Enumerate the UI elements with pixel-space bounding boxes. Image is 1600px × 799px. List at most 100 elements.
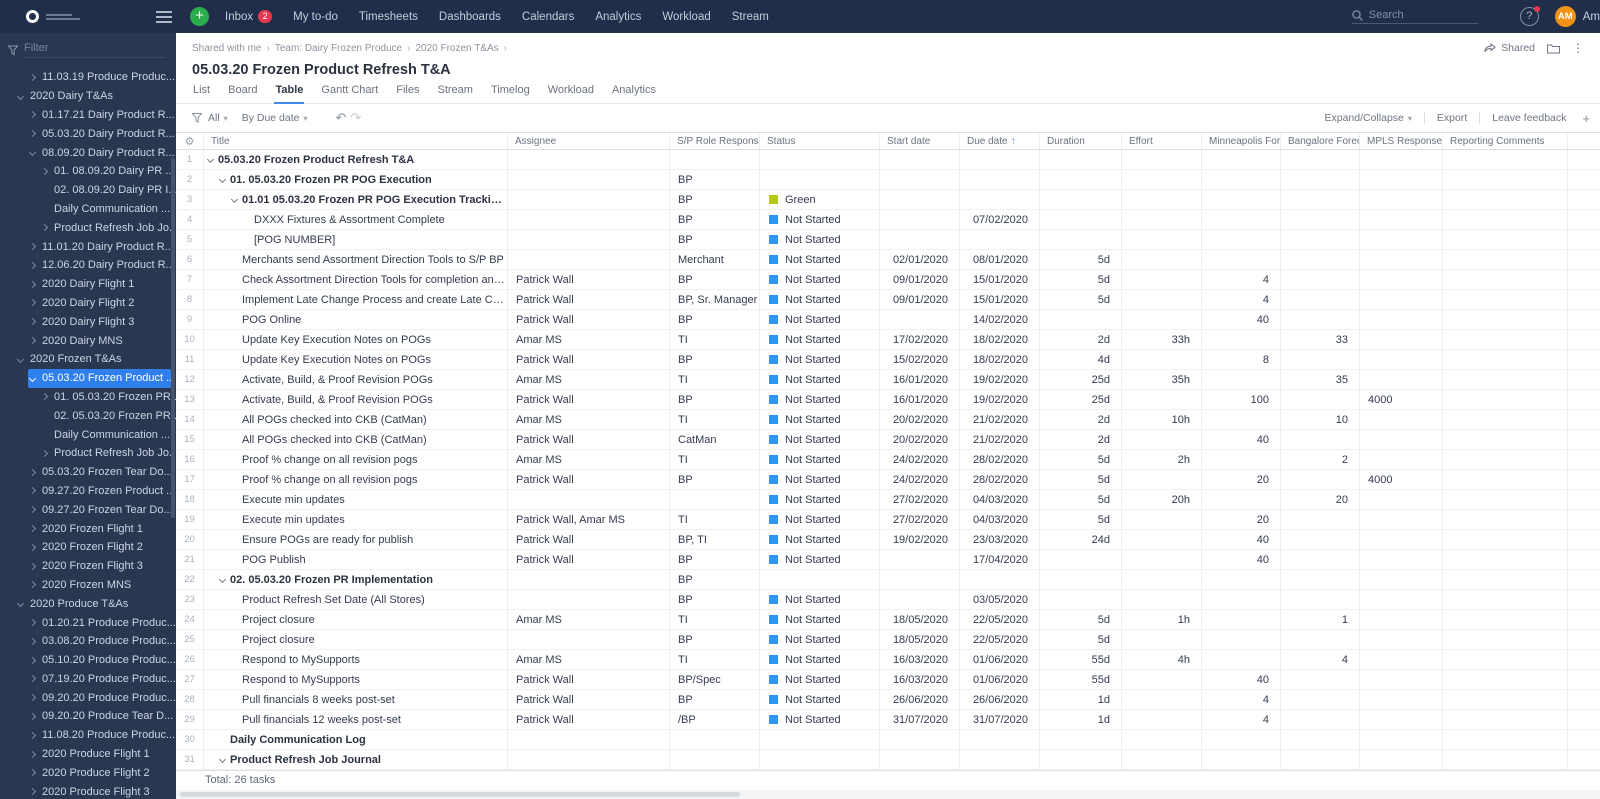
sidebar-item-2020-produce-t-as[interactable]: 2020 Produce T&As [0, 594, 176, 613]
sidebar-item-2020-frozen-t-as[interactable]: 2020 Frozen T&As [0, 350, 176, 369]
minneapolis-forecast-cell[interactable]: 4 [1202, 270, 1281, 289]
mpls-response-cell[interactable] [1360, 650, 1443, 669]
sidebar-item-2020-frozen-flight-3[interactable]: 2020 Frozen Flight 3 [0, 557, 176, 576]
duration-cell[interactable] [1040, 190, 1122, 209]
duration-cell[interactable]: 5d [1040, 290, 1122, 309]
start-date-cell[interactable]: 16/01/2020 [880, 370, 960, 389]
role-cell[interactable]: BP, Sr. Manager [670, 290, 760, 309]
expand-collapse-dropdown[interactable]: Expand/Collapse ▾ [1324, 112, 1411, 124]
effort-cell[interactable] [1122, 470, 1202, 489]
table-row[interactable]: 16 Proof % change on all revision pogs Ama… [176, 450, 1600, 470]
add-column-button[interactable]: + [1582, 111, 1590, 126]
start-date-cell[interactable]: 16/03/2020 [880, 670, 960, 689]
due-date-cell[interactable] [960, 150, 1040, 169]
chevron-right-icon[interactable] [28, 637, 37, 645]
duration-cell[interactable]: 5d [1040, 250, 1122, 269]
due-date-cell[interactable] [960, 730, 1040, 749]
sidebar-scrollbar[interactable] [171, 158, 175, 518]
effort-cell[interactable] [1122, 230, 1202, 249]
start-date-cell[interactable]: 18/05/2020 [880, 610, 960, 629]
mpls-response-cell[interactable] [1360, 730, 1443, 749]
task-title-cell[interactable]: POG Publish [204, 550, 508, 569]
chevron-right-icon[interactable] [40, 224, 49, 232]
reporting-comments-cell[interactable] [1443, 410, 1568, 429]
duration-cell[interactable] [1040, 310, 1122, 329]
chevron-down-icon[interactable] [16, 600, 25, 608]
due-date-cell[interactable]: 04/03/2020 [960, 510, 1040, 529]
minneapolis-forecast-cell[interactable] [1202, 190, 1281, 209]
table-row[interactable]: 19 Execute min updates Patrick Wall, Amar … [176, 510, 1600, 530]
minneapolis-forecast-cell[interactable]: 4 [1202, 290, 1281, 309]
assignee-cell[interactable] [508, 230, 670, 249]
chevron-right-icon[interactable] [28, 299, 37, 307]
assignee-cell[interactable]: Patrick Wall [508, 550, 670, 569]
role-cell[interactable]: BP [670, 230, 760, 249]
minneapolis-forecast-cell[interactable] [1202, 250, 1281, 269]
status-cell[interactable]: Not Started [760, 450, 880, 469]
role-cell[interactable]: TI [670, 510, 760, 529]
assignee-cell[interactable] [508, 570, 670, 589]
due-date-cell[interactable]: 28/02/2020 [960, 470, 1040, 489]
chevron-down-icon[interactable] [230, 195, 239, 204]
sidebar-item-09-27-20-frozen-product[interactable]: 09.27.20 Frozen Product ... [0, 482, 176, 501]
sidebar-item-product-refresh-job-jo[interactable]: Product Refresh Job Jo... [0, 218, 176, 237]
due-date-cell[interactable]: 28/02/2020 [960, 450, 1040, 469]
status-cell[interactable] [760, 170, 880, 189]
duration-cell[interactable] [1040, 170, 1122, 189]
effort-cell[interactable]: 2h [1122, 450, 1202, 469]
start-date-cell[interactable] [880, 150, 960, 169]
effort-cell[interactable] [1122, 350, 1202, 369]
tab-files[interactable]: Files [387, 84, 428, 103]
task-title-cell[interactable]: Activate, Build, & Proof Revision POGs [204, 390, 508, 409]
due-date-cell[interactable]: 19/02/2020 [960, 370, 1040, 389]
create-new-button[interactable]: + [190, 7, 209, 26]
assignee-cell[interactable]: Patrick Wall [508, 670, 670, 689]
duration-cell[interactable] [1040, 550, 1122, 569]
assignee-cell[interactable]: Patrick Wall [508, 270, 670, 289]
minneapolis-forecast-cell[interactable]: 40 [1202, 550, 1281, 569]
minneapolis-forecast-cell[interactable]: 40 [1202, 430, 1281, 449]
status-cell[interactable]: Not Started [760, 630, 880, 649]
assignee-cell[interactable] [508, 250, 670, 269]
due-date-cell[interactable] [960, 570, 1040, 589]
assignee-cell[interactable]: Amar MS [508, 330, 670, 349]
bangalore-forecast-cell[interactable]: 35 [1281, 370, 1360, 389]
task-title-cell[interactable]: All POGs checked into CKB (CatMan) [204, 410, 508, 429]
table-row[interactable]: 28 Pull financials 8 weeks post-set Patric… [176, 690, 1600, 710]
assignee-cell[interactable] [508, 170, 670, 189]
bangalore-forecast-cell[interactable] [1281, 390, 1360, 409]
chevron-right-icon[interactable] [40, 393, 49, 401]
redo-icon[interactable]: ↷ [350, 110, 361, 126]
duration-cell[interactable]: 2d [1040, 430, 1122, 449]
effort-cell[interactable] [1122, 290, 1202, 309]
mpls-response-cell[interactable]: 4000 [1360, 390, 1443, 409]
start-date-cell[interactable] [880, 550, 960, 569]
nav-item-inbox[interactable]: Inbox 2 [225, 10, 273, 23]
start-date-cell[interactable]: 15/02/2020 [880, 350, 960, 369]
minneapolis-forecast-cell[interactable] [1202, 610, 1281, 629]
role-cell[interactable]: BP [670, 210, 760, 229]
sidebar-item-09-20-20-produce-tear-d[interactable]: 09.20.20 Produce Tear D... [0, 707, 176, 726]
start-date-cell[interactable]: 27/02/2020 [880, 510, 960, 529]
start-date-cell[interactable]: 09/01/2020 [880, 270, 960, 289]
status-cell[interactable]: Not Started [760, 610, 880, 629]
due-date-cell[interactable] [960, 170, 1040, 189]
role-cell[interactable]: BP [670, 630, 760, 649]
minneapolis-forecast-cell[interactable] [1202, 730, 1281, 749]
reporting-comments-cell[interactable] [1443, 730, 1568, 749]
status-cell[interactable]: Not Started [760, 250, 880, 269]
status-cell[interactable]: Not Started [760, 210, 880, 229]
chevron-right-icon[interactable] [28, 280, 37, 288]
search-input[interactable] [1368, 9, 1469, 21]
start-date-cell[interactable] [880, 190, 960, 209]
reporting-comments-cell[interactable] [1443, 610, 1568, 629]
column-header-effort[interactable]: Effort [1122, 133, 1202, 149]
reporting-comments-cell[interactable] [1443, 370, 1568, 389]
due-date-cell[interactable]: 18/02/2020 [960, 330, 1040, 349]
start-date-cell[interactable]: 18/05/2020 [880, 630, 960, 649]
table-row[interactable]: 15 All POGs checked into CKB (CatMan) Patr… [176, 430, 1600, 450]
due-date-cell[interactable] [960, 190, 1040, 209]
duration-cell[interactable]: 55d [1040, 670, 1122, 689]
sidebar-item-01-05-03-20-frozen-pr[interactable]: 01. 05.03.20 Frozen PR... [0, 388, 176, 407]
assignee-cell[interactable]: Amar MS [508, 370, 670, 389]
